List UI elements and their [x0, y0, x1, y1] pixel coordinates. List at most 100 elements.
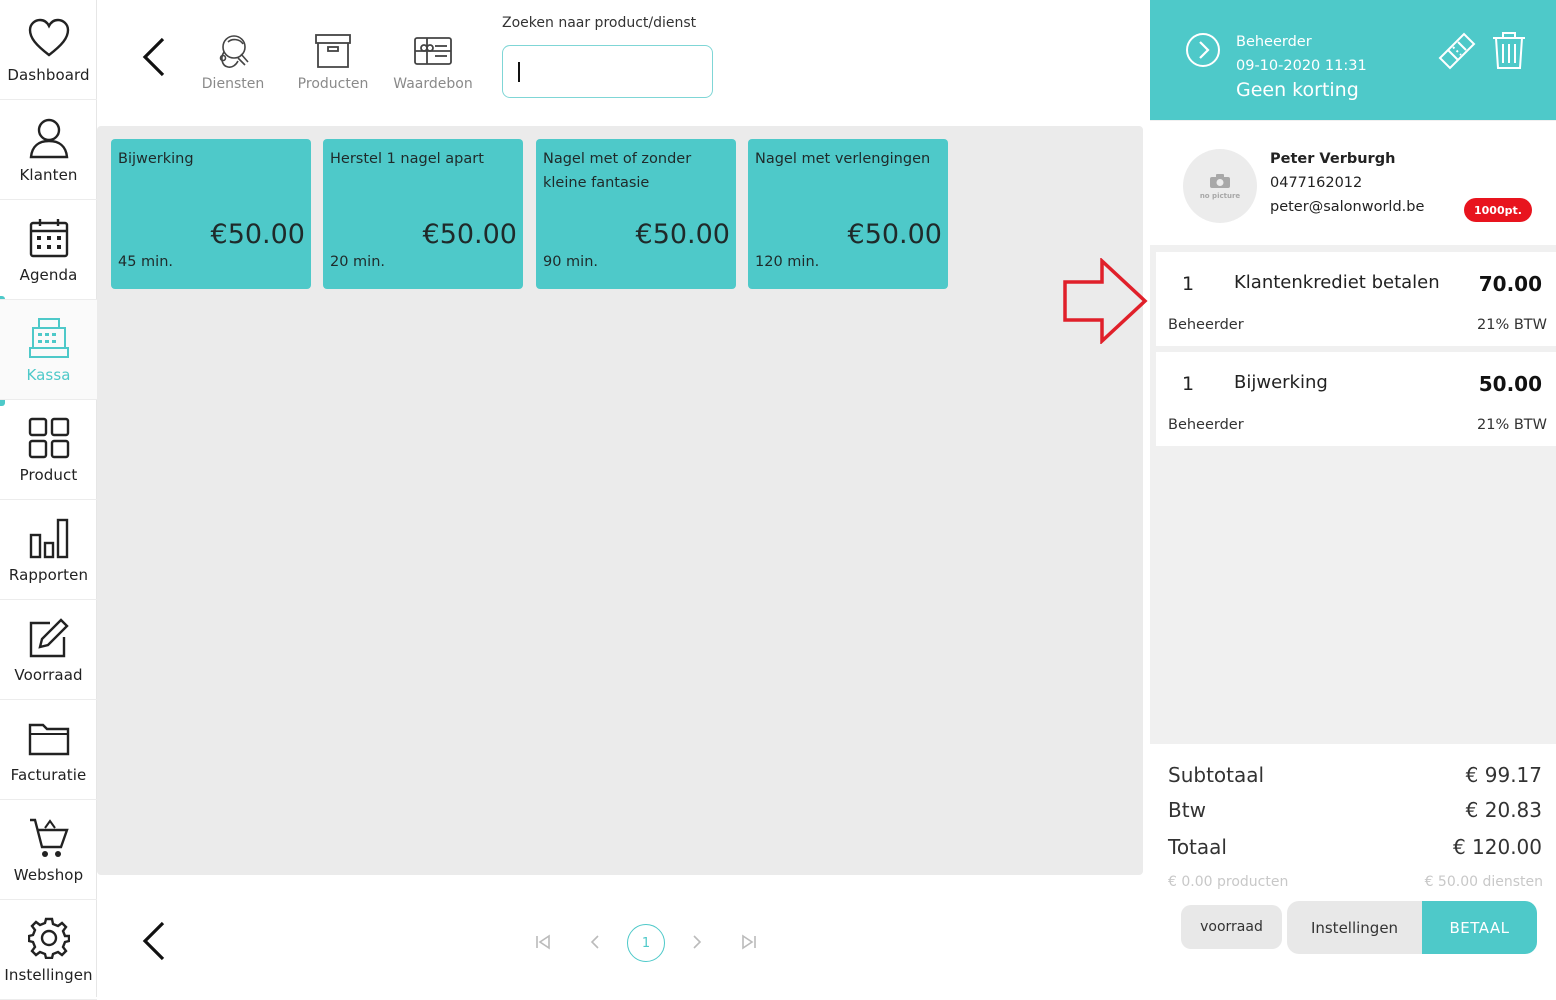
tile-price: €50.00: [635, 219, 730, 250]
ticket-header: Beheerder 09-10-2020 11:31 Geen korting: [1150, 0, 1556, 120]
vat-value: € 20.83: [1465, 798, 1542, 822]
cart-icon: [27, 816, 71, 860]
total-row: Totaal € 120.00: [1168, 835, 1542, 859]
sidebar-item-webshop[interactable]: Webshop: [0, 800, 97, 900]
sidebar-item-kassa[interactable]: Kassa: [0, 300, 97, 400]
tile-price: €50.00: [847, 219, 942, 250]
sidebar-item-agenda[interactable]: Agenda: [0, 200, 97, 300]
calendar-icon: [27, 216, 71, 260]
stock-button[interactable]: voorraad: [1181, 905, 1282, 949]
annotation-arrow-icon: [1062, 256, 1148, 346]
sidebar-item-label: Klanten: [19, 166, 78, 184]
cash-register-icon: [27, 316, 71, 360]
ticket-line[interactable]: 1 Bijwerking 50.00 Beheerder 21% BTW: [1156, 352, 1556, 446]
last-page-icon[interactable]: [739, 932, 759, 952]
ticket-datetime: 09-10-2020 11:31: [1236, 58, 1367, 74]
product-tile[interactable]: Nagel met of zonder kleine fantasie €50.…: [536, 139, 736, 289]
breakdown-row: € 0.00 producten € 50.00 diensten: [1168, 874, 1543, 890]
sidebar-item-label: Rapporten: [8, 566, 89, 584]
sidebar-item-instellingen[interactable]: Instellingen: [0, 900, 97, 1000]
category-waardebon[interactable]: Waardebon: [393, 30, 473, 92]
line-name: Klantenkrediet betalen: [1234, 272, 1440, 293]
tile-duration: 20 min.: [330, 254, 386, 270]
ticket-panel: Beheerder 09-10-2020 11:31 Geen korting …: [1150, 0, 1556, 997]
sidebar-item-label: Facturatie: [10, 766, 87, 784]
edit-icon: [27, 616, 71, 660]
customer-phone: 0477162012: [1270, 175, 1363, 191]
action-button-group: Instellingen BETAAL: [1287, 901, 1537, 954]
customer-name: Peter Verburgh: [1270, 151, 1396, 167]
subtotal-row: Subtotaal € 99.17: [1168, 763, 1542, 787]
folder-icon: [27, 716, 71, 760]
sidebar-item-facturatie[interactable]: Facturatie: [0, 700, 97, 800]
vat-label: Btw: [1168, 798, 1206, 822]
product-tile[interactable]: Herstel 1 nagel apart €50.00 20 min.: [323, 139, 523, 289]
sidebar-item-label: Kassa: [26, 366, 71, 384]
heart-icon: [27, 16, 71, 60]
first-page-icon[interactable]: [533, 932, 553, 952]
tile-duration: 45 min.: [118, 254, 174, 270]
sidebar-item-voorraad[interactable]: Voorraad: [0, 600, 97, 700]
subtotal-label: Subtotaal: [1168, 763, 1265, 787]
ticket-line[interactable]: 1 Klantenkrediet betalen 70.00 Beheerder…: [1156, 252, 1556, 346]
avatar-placeholder-text: no picture: [1199, 191, 1241, 200]
products-total: € 0.00 producten: [1168, 874, 1289, 890]
discount-selector[interactable]: Geen korting: [1236, 79, 1359, 101]
sidebar-item-rapporten[interactable]: Rapporten: [0, 500, 97, 600]
camera-icon: [1210, 173, 1230, 188]
sidebar-item-label: Voorraad: [14, 666, 83, 684]
grid-icon: [27, 416, 71, 460]
sidebar-item-product[interactable]: Product: [0, 400, 97, 500]
sidebar-item-dashboard[interactable]: Dashboard: [0, 0, 97, 100]
category-toolbar: Diensten Producten Waardebon Zoeken naar…: [97, 0, 1143, 122]
tile-duration: 90 min.: [543, 254, 599, 270]
subtotal-value: € 99.17: [1465, 763, 1542, 787]
customer-card[interactable]: no picture Peter Verburgh 0477162012 pet…: [1150, 121, 1556, 245]
services-total: € 50.00 diensten: [1424, 874, 1543, 890]
category-label: Waardebon: [393, 76, 473, 92]
loyalty-points-badge[interactable]: 1000pt.: [1464, 198, 1532, 222]
gear-icon: [27, 916, 71, 960]
search-label: Zoeken naar product/dienst: [502, 15, 697, 31]
total-label: Totaal: [1168, 835, 1227, 859]
line-name: Bijwerking: [1234, 372, 1328, 393]
sidebar-item-klanten[interactable]: Klanten: [0, 100, 97, 200]
gift-card-icon: [413, 30, 453, 72]
customer-email: peter@salonworld.be: [1270, 199, 1425, 215]
line-quantity: 1: [1182, 373, 1195, 395]
pay-button[interactable]: BETAAL: [1422, 901, 1537, 954]
line-quantity: 1: [1182, 273, 1195, 295]
next-circle-icon[interactable]: [1185, 32, 1221, 68]
product-grid: Bijwerking €50.00 45 min. Herstel 1 nage…: [97, 126, 1143, 875]
category-producten[interactable]: Producten: [293, 30, 373, 92]
previous-page-icon[interactable]: [585, 932, 605, 952]
text-caret: [518, 62, 520, 82]
next-page-icon[interactable]: [687, 932, 707, 952]
box-icon: [313, 30, 353, 72]
avatar: no picture: [1183, 149, 1257, 223]
tile-name: Herstel 1 nagel apart: [330, 151, 484, 167]
line-employee: Beheerder: [1168, 317, 1244, 333]
hairdresser-icon: [213, 30, 253, 72]
line-employee: Beheerder: [1168, 417, 1244, 433]
settings-button[interactable]: Instellingen: [1287, 901, 1422, 954]
bar-chart-icon: [27, 516, 71, 560]
back-chevron-icon[interactable]: [139, 36, 169, 78]
category-label: Producten: [297, 76, 369, 92]
search-input[interactable]: [502, 45, 713, 98]
vat-row: Btw € 20.83: [1168, 798, 1542, 822]
product-tile[interactable]: Bijwerking €50.00 45 min.: [111, 139, 311, 289]
category-diensten[interactable]: Diensten: [193, 30, 273, 92]
total-value: € 120.00: [1452, 835, 1542, 859]
voucher-icon[interactable]: [1436, 30, 1478, 72]
tile-name: Nagel met of zonder kleine fantasie: [543, 151, 692, 191]
ticket-employee: Beheerder: [1236, 34, 1312, 50]
sidebar-item-label: Agenda: [19, 266, 78, 284]
product-tile[interactable]: Nagel met verlengingen €50.00 120 min.: [748, 139, 948, 289]
back-chevron-icon[interactable]: [139, 920, 169, 962]
current-page[interactable]: 1: [627, 924, 665, 962]
trash-icon[interactable]: [1490, 30, 1528, 70]
pagination-bar: 1: [97, 882, 1143, 982]
tile-name: Bijwerking: [118, 151, 194, 167]
line-vat: 21% BTW: [1477, 417, 1547, 433]
